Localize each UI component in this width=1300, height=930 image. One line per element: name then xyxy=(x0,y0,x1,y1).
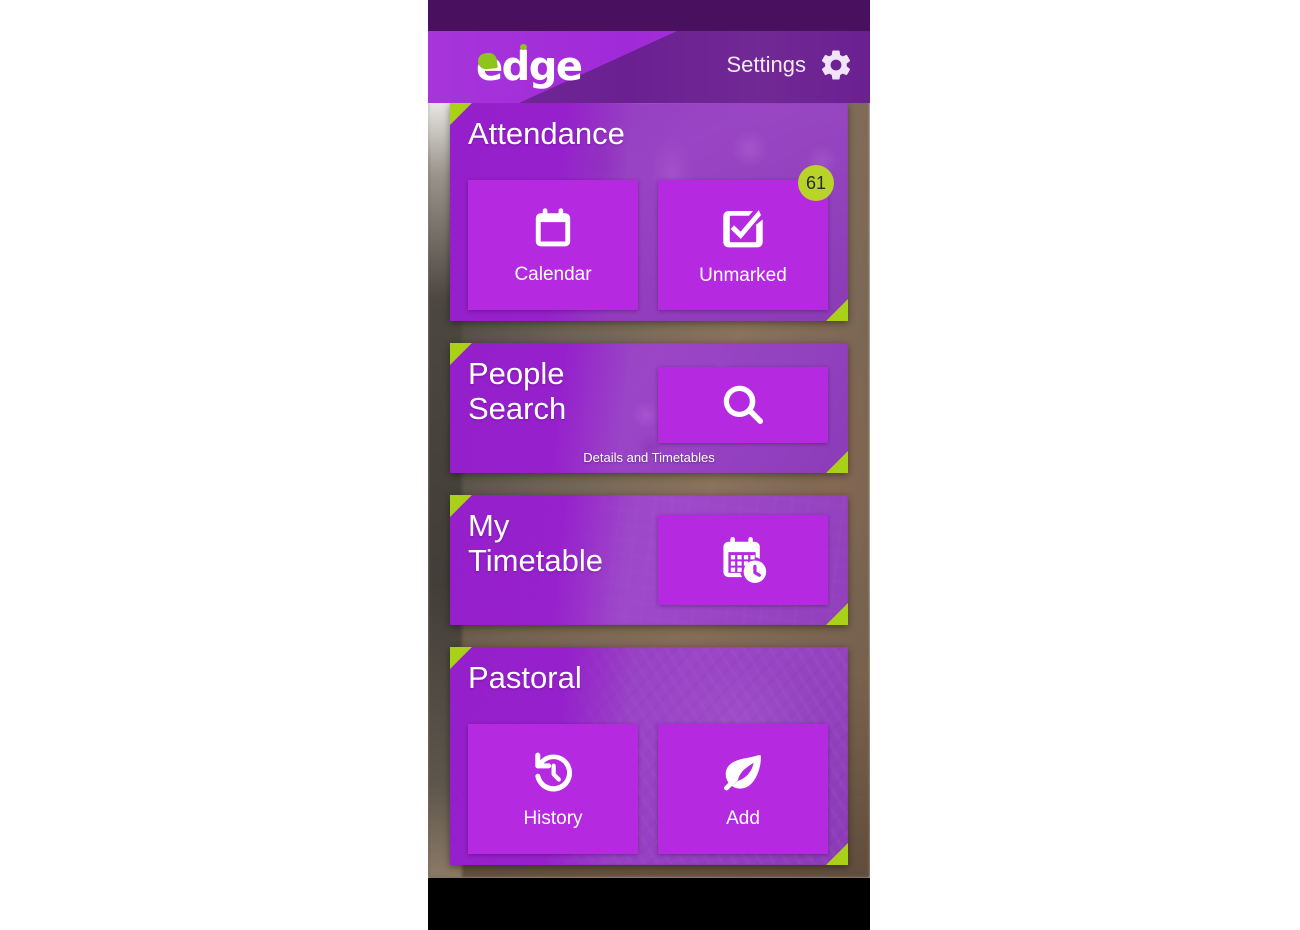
app-logo[interactable]: edge xyxy=(476,44,583,89)
unmarked-count-badge: 61 xyxy=(798,165,834,201)
card-my-timetable[interactable]: My Timetable xyxy=(450,495,848,625)
card-people-search-title-line1: People xyxy=(468,356,565,391)
card-people-search[interactable]: People Search Details and Timetables xyxy=(450,343,848,473)
dashboard-cards: Attendance Calendar Unmarked 61 People S… xyxy=(428,103,870,887)
tile-calendar[interactable]: Calendar xyxy=(468,180,638,310)
tile-history[interactable]: History xyxy=(468,724,638,854)
card-my-timetable-title-line2: Timetable xyxy=(468,542,603,578)
card-people-search-title: People Search xyxy=(468,356,567,426)
tile-add-label: Add xyxy=(726,808,760,829)
screenshot-canvas: edge Settings Attendance Calendar Unmark… xyxy=(0,0,1300,930)
card-people-search-subtitle: Details and Timetables xyxy=(583,450,715,465)
gear-icon xyxy=(821,50,851,80)
status-bar xyxy=(428,0,870,31)
corner-accent-bottom-right xyxy=(826,843,848,865)
card-my-timetable-title: My Timetable xyxy=(468,508,603,578)
app-header: edge Settings xyxy=(428,31,870,103)
logo-dot-icon xyxy=(520,44,527,50)
app-logo-text: edge xyxy=(476,44,583,87)
settings-label: Settings xyxy=(726,52,807,77)
corner-accent-bottom-right xyxy=(826,299,848,321)
calendar-clock-icon xyxy=(723,537,767,583)
card-attendance[interactable]: Attendance Calendar Unmarked 61 xyxy=(450,103,848,321)
calendar-icon xyxy=(535,208,571,247)
tile-unmarked-label: Unmarked xyxy=(699,265,787,286)
tile-add[interactable]: Add xyxy=(658,724,828,854)
corner-accent-top-left xyxy=(450,647,472,669)
tile-history-label: History xyxy=(523,808,583,829)
corner-accent-bottom-right xyxy=(826,603,848,625)
corner-accent-top-left xyxy=(450,343,472,365)
card-attendance-title: Attendance xyxy=(468,116,625,151)
tile-unmarked[interactable]: Unmarked xyxy=(658,180,828,310)
corner-accent-top-left xyxy=(450,495,472,517)
tile-calendar-label: Calendar xyxy=(514,264,592,285)
system-navigation-bar[interactable] xyxy=(428,878,870,930)
tile-my-timetable[interactable] xyxy=(658,515,828,605)
phone-viewport: edge Settings Attendance Calendar Unmark… xyxy=(428,0,870,930)
tile-people-search[interactable] xyxy=(658,367,828,443)
card-people-search-title-line2: Search xyxy=(468,390,567,426)
card-pastoral[interactable]: Pastoral History Add xyxy=(450,647,848,865)
corner-accent-bottom-right xyxy=(826,451,848,473)
card-my-timetable-title-line1: My xyxy=(468,508,510,543)
leaf-icon xyxy=(724,755,761,791)
card-pastoral-title: Pastoral xyxy=(468,660,582,695)
check-square-icon xyxy=(723,210,763,248)
settings-button[interactable]: Settings xyxy=(727,47,855,83)
history-restore-icon xyxy=(535,752,573,792)
logo-leaf-icon xyxy=(477,52,498,70)
corner-accent-top-left xyxy=(450,103,472,125)
search-icon xyxy=(723,385,764,424)
